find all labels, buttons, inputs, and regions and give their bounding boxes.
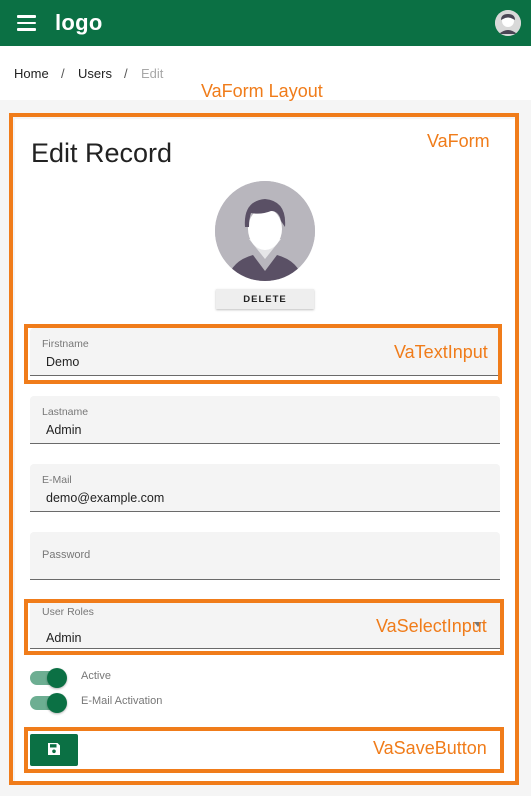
- annotation-vaselectinput: VaSelectInput: [376, 616, 487, 636]
- active-toggle[interactable]: [30, 668, 67, 688]
- annotation-vaform-layout: VaForm Layout: [201, 81, 323, 101]
- email-activation-toggle[interactable]: [30, 693, 67, 713]
- hamburger-menu-icon[interactable]: [17, 15, 37, 31]
- email-value[interactable]: demo@example.com: [46, 491, 164, 505]
- user-avatar-icon: [495, 10, 521, 36]
- app-bar: logo: [0, 0, 531, 46]
- breadcrumb-home[interactable]: Home: [14, 66, 49, 81]
- breadcrumb-current: Edit: [141, 66, 164, 81]
- email-label: E-Mail: [42, 474, 72, 486]
- annotation-vasavebutton: VaSaveButton: [373, 738, 487, 758]
- email-activation-toggle-label: E-Mail Activation: [81, 695, 163, 707]
- lastname-value[interactable]: Admin: [46, 423, 81, 437]
- active-toggle-label: Active: [81, 670, 111, 682]
- annotation-vaform: VaForm: [427, 131, 490, 151]
- password-field[interactable]: Password: [30, 532, 500, 580]
- profile-picture[interactable]: [215, 181, 315, 281]
- user-avatar[interactable]: [495, 10, 521, 36]
- email-field[interactable]: E-Mail demo@example.com: [30, 464, 500, 512]
- breadcrumb-separator: /: [61, 66, 65, 81]
- delete-image-button[interactable]: DELETE: [216, 289, 314, 309]
- app-logo: logo: [55, 10, 103, 35]
- toggle-knob: [47, 693, 67, 713]
- toggle-knob: [47, 668, 67, 688]
- page-title: Edit Record: [31, 138, 173, 168]
- annotation-vatextinput: VaTextInput: [394, 342, 488, 362]
- person-placeholder-icon: [215, 181, 315, 281]
- password-label: Password: [42, 549, 91, 561]
- lastname-field[interactable]: Lastname Admin: [30, 396, 500, 444]
- breadcrumb-separator: /: [124, 66, 128, 81]
- lastname-label: Lastname: [42, 406, 89, 418]
- breadcrumb-users[interactable]: Users: [78, 66, 112, 81]
